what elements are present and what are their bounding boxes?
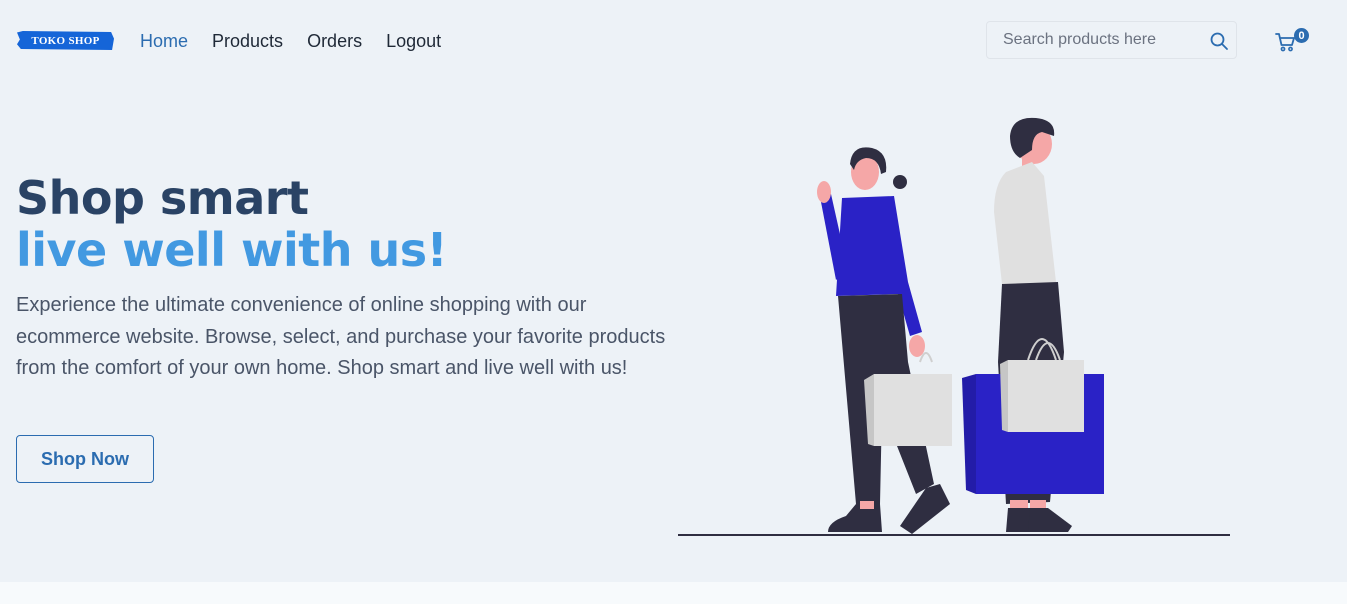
- hero-title-line1: Shop smart: [16, 171, 309, 225]
- shoppers-illustration: [678, 117, 1230, 536]
- navbar: TOKO SHOP Home Products Orders Logout 0: [0, 0, 1347, 82]
- nav-links: Home Products Orders Logout: [140, 30, 465, 52]
- nav-link-orders[interactable]: Orders: [307, 30, 362, 52]
- shop-now-button[interactable]: Shop Now: [16, 435, 154, 483]
- nav-link-products[interactable]: Products: [212, 30, 283, 52]
- brand-logo-text: TOKO SHOP: [31, 34, 100, 47]
- hero-title-line2: live well with us!: [16, 223, 448, 277]
- nav-link-home[interactable]: Home: [140, 30, 188, 52]
- search-box: [986, 21, 1237, 59]
- search-input[interactable]: [987, 22, 1197, 58]
- brand-logo[interactable]: TOKO SHOP: [17, 31, 114, 50]
- hero-description: Experience the ultimate convenience of o…: [16, 294, 666, 379]
- search-icon[interactable]: [1209, 31, 1229, 51]
- nav-link-logout[interactable]: Logout: [386, 30, 441, 52]
- footer-strip: [0, 582, 1347, 604]
- cart-count-badge: 0: [1294, 28, 1309, 43]
